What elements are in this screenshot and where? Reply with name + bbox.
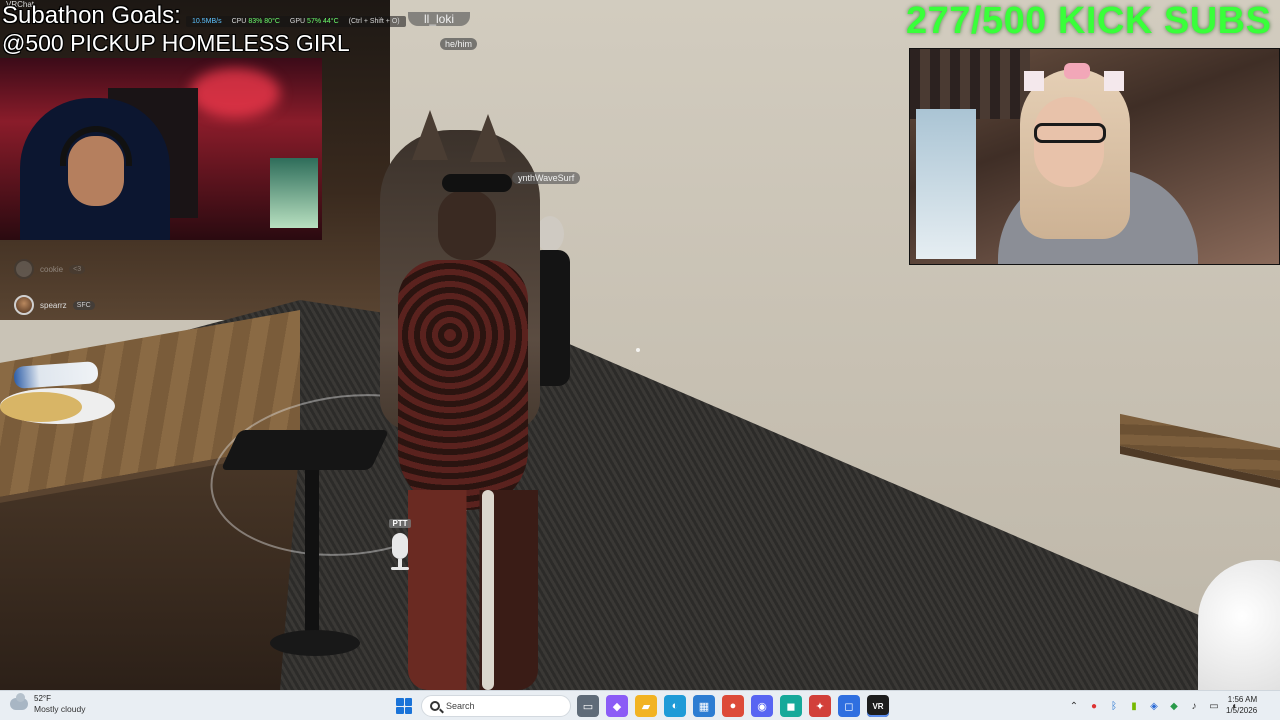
voice-name: cookie xyxy=(40,264,64,274)
voice-row: spearrz SFC xyxy=(14,292,95,318)
hair-bow xyxy=(1064,63,1090,79)
clock-date: 1/5/2026 xyxy=(1226,706,1258,715)
teal-app-icon[interactable]: ◼ xyxy=(780,695,802,717)
microphone-base xyxy=(391,567,409,570)
weather-widget[interactable]: 52°F Mostly cloudy xyxy=(10,693,86,714)
microphone-stand xyxy=(398,559,402,567)
voice-badge: <3 xyxy=(69,264,86,274)
streamer-body xyxy=(20,98,170,240)
bar-stool-leg xyxy=(305,470,319,640)
copilot-icon[interactable]: ◆ xyxy=(606,695,628,717)
discord-icon[interactable]: ◉ xyxy=(751,695,773,717)
file-explorer-window-icon[interactable]: ▭ xyxy=(577,695,599,717)
avatar-ear-left xyxy=(412,110,448,160)
guest-webcam xyxy=(909,48,1280,265)
voice-badge: SFC xyxy=(72,300,95,310)
pronoun-tag: he/him xyxy=(440,38,478,50)
system-tray: ⌃ ● ᛒ ▮ ◈ ◆ ♪ ▭ ◖ xyxy=(1068,693,1240,719)
nvidia-icon[interactable]: ▮ xyxy=(1128,701,1140,712)
edge-icon[interactable]: ◐ xyxy=(664,695,686,717)
search-input[interactable]: Search xyxy=(421,695,571,717)
cpu-readout: CPU 83% 80°C xyxy=(231,18,280,25)
weather-temperature: 52°F xyxy=(34,694,51,703)
pinned-apps: ▭ ◆ ▰ ◐ ▦ ● ◉ ◼ ✦ ◻ VR xyxy=(577,695,889,717)
red-light xyxy=(190,68,280,118)
pancake xyxy=(0,392,82,422)
chrome-icon[interactable]: ● xyxy=(722,695,744,717)
subathon-goals-title: Subathon Goals: xyxy=(2,2,181,29)
avatar xyxy=(14,259,34,279)
red-record-icon[interactable]: ● xyxy=(1088,701,1100,712)
red-app-icon[interactable]: ✦ xyxy=(809,695,831,717)
avatar-legs xyxy=(408,490,538,690)
avatar-main-player xyxy=(350,110,570,690)
network-speed: 10.5MB/s xyxy=(192,18,222,25)
taskbar-center: Search ▭ ◆ ▰ ◐ ▦ ● ◉ ◼ ✦ ◻ VR xyxy=(393,693,889,719)
player-nameplate-loki[interactable]: ll_loki xyxy=(408,12,471,26)
shield-icon[interactable]: ◈ xyxy=(1148,701,1160,712)
bluetooth-icon[interactable]: ᛒ xyxy=(1108,701,1120,712)
poster xyxy=(270,158,318,228)
avatar-tail xyxy=(482,490,494,690)
bar-stool-base xyxy=(270,630,360,656)
voice-participants-list: cookie <3 spearrz SFC xyxy=(14,256,95,328)
voice-name: spearrz xyxy=(40,300,67,310)
avatar xyxy=(14,295,34,315)
window xyxy=(916,109,976,259)
overlay-hotkey-hint: (Ctrl + Shift + O) xyxy=(348,18,400,25)
start-button[interactable] xyxy=(393,695,415,717)
store-icon[interactable]: ▦ xyxy=(693,695,715,717)
microphone-icon xyxy=(392,533,408,559)
chevron-up-icon[interactable]: ⌃ xyxy=(1068,701,1080,712)
avatar-body xyxy=(398,260,528,510)
push-to-talk-indicator: PTT xyxy=(386,513,414,570)
streamer-webcam xyxy=(0,58,322,240)
performance-overlay: 10.5MB/s CPU 83% 80°C GPU 57% 44°C (Ctrl… xyxy=(186,16,406,27)
gpu-readout: GPU 57% 44°C xyxy=(289,18,339,25)
guest-glasses xyxy=(1034,123,1106,143)
mic-icon[interactable]: ♪ xyxy=(1188,701,1200,712)
system-clock[interactable]: 1:56 AM 1/5/2026 xyxy=(1226,694,1257,716)
clock-time: 1:56 AM xyxy=(1227,695,1258,704)
cloud-icon xyxy=(10,693,28,710)
weather-description: Mostly cloudy xyxy=(34,704,86,714)
crosshair-dot xyxy=(636,348,640,352)
kick-subs-counter: 277/500 KICK SUBS xyxy=(906,0,1272,42)
blue-app-icon[interactable]: ◻ xyxy=(838,695,860,717)
green-app-icon[interactable]: ◆ xyxy=(1168,701,1180,712)
windows-taskbar: 52°F Mostly cloudy Search ▭ ◆ ▰ ◐ ▦ ● ◉ ◼ ✦ ◻ VR ⌃… xyxy=(0,690,1280,720)
avatar-ear-right xyxy=(470,114,506,162)
voice-row: cookie <3 xyxy=(14,256,95,282)
player-nameplate-synthwavesurf[interactable]: ynthWaveSurf xyxy=(512,172,581,184)
headset xyxy=(60,126,132,166)
search-icon xyxy=(430,701,440,711)
avatar-sunglasses xyxy=(442,174,512,192)
folder-icon[interactable]: ▰ xyxy=(635,695,657,717)
avatar-face xyxy=(438,190,496,260)
vrchat-icon[interactable]: VR xyxy=(867,695,889,717)
subathon-goal-line: @500 PICKUP HOMELESS GIRL xyxy=(2,30,350,56)
search-placeholder: Search xyxy=(446,701,475,711)
monitor-icon[interactable]: ▭ xyxy=(1208,701,1220,712)
ptt-label: PTT xyxy=(389,519,411,528)
